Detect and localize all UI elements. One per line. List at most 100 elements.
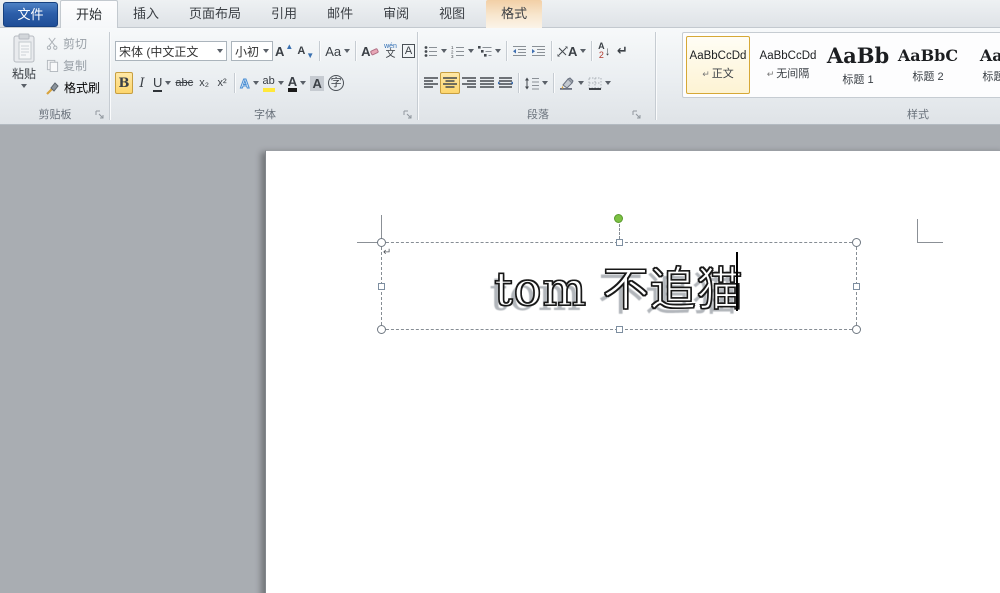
- style-preview: AaB: [980, 46, 1000, 65]
- paste-dropdown-arrow: [21, 84, 27, 88]
- tab-home[interactable]: 开始: [60, 0, 118, 28]
- sort-arrow-glyph: ↓: [605, 44, 611, 58]
- clear-formatting-button[interactable]: A: [359, 40, 381, 62]
- scissors-icon: [46, 37, 59, 50]
- style-item-heading1[interactable]: AaBb 标题 1: [826, 36, 890, 94]
- paragraph-dialog-launcher-icon[interactable]: [632, 110, 642, 120]
- font-color-button[interactable]: A: [286, 72, 308, 94]
- character-border-button[interactable]: A: [399, 40, 417, 62]
- document-page[interactable]: [265, 150, 1000, 593]
- style-item-heading2[interactable]: AaBbC 标题 2: [896, 36, 960, 94]
- tab-page-layout[interactable]: 页面布局: [174, 0, 256, 28]
- font-dialog-launcher-icon[interactable]: [403, 110, 413, 120]
- style-item-heading3[interactable]: AaB 标题 3: [966, 36, 1000, 94]
- numbering-dropdown-arrow: [468, 49, 474, 53]
- bullets-dropdown-arrow: [441, 49, 447, 53]
- tab-file[interactable]: 文件: [3, 2, 58, 27]
- increase-indent-button[interactable]: [529, 40, 548, 62]
- grow-font-button[interactable]: A▲: [273, 40, 295, 62]
- divider: [551, 41, 552, 61]
- paste-button[interactable]: 粘贴: [5, 33, 43, 107]
- margin-mark-top-right-v: [917, 219, 918, 242]
- wordart-text[interactable]: tom 不追猫: [382, 243, 856, 329]
- paragraph-mark-icon: ↵: [702, 69, 710, 79]
- align-left-icon: [424, 77, 438, 89]
- margin-mark-top-right-h: [917, 242, 943, 243]
- format-painter-button[interactable]: 格式刷: [46, 78, 100, 97]
- character-shading-button[interactable]: A: [308, 72, 326, 94]
- borders-dropdown-arrow: [605, 81, 611, 85]
- cut-label: 剪切: [63, 35, 87, 52]
- clipboard-group-label: 剪贴板: [0, 106, 110, 122]
- up-arrow-icon: ▲: [285, 42, 293, 51]
- line-spacing-button[interactable]: [522, 72, 550, 94]
- ribbon: 粘贴 剪切 复制: [0, 28, 1000, 125]
- increase-indent-icon: [531, 45, 546, 58]
- cut-button[interactable]: 剪切: [46, 34, 87, 53]
- style-item-no-spacing[interactable]: AaBbCcDd ↵无间隔: [756, 36, 820, 94]
- bullets-icon: [424, 45, 438, 58]
- phonetic-guide-button[interactable]: wén 文: [381, 40, 399, 62]
- style-item-normal[interactable]: AaBbCcDd ↵正文: [686, 36, 750, 94]
- copy-button[interactable]: 复制: [46, 56, 87, 75]
- font-size-combobox[interactable]: 小初: [231, 41, 273, 61]
- strikethrough-button[interactable]: abc: [173, 72, 195, 94]
- text-effects-button[interactable]: A: [238, 72, 260, 94]
- change-case-glyph: Aa: [325, 44, 341, 59]
- style-preview: AaBbC: [898, 46, 958, 65]
- document-canvas: ↵ tom 不追猫: [0, 125, 1000, 593]
- shrink-font-button[interactable]: A▼: [295, 40, 316, 62]
- tab-format-contextual[interactable]: 格式: [486, 0, 542, 28]
- enclose-characters-button[interactable]: 字: [326, 72, 346, 94]
- superscript-button[interactable]: x²: [213, 72, 231, 94]
- underline-dropdown-arrow: [165, 81, 171, 85]
- paint-bucket-icon: [559, 77, 575, 90]
- tab-references[interactable]: 引用: [256, 0, 312, 28]
- subscript-button[interactable]: x₂: [195, 72, 213, 94]
- tab-view[interactable]: 视图: [424, 0, 480, 28]
- align-center-button[interactable]: [440, 72, 460, 94]
- rotation-handle-stem: [619, 224, 620, 239]
- multilevel-list-button[interactable]: [476, 40, 503, 62]
- style-name-text: 标题 1: [842, 71, 873, 87]
- tab-insert[interactable]: 插入: [118, 0, 174, 28]
- divider: [553, 73, 554, 93]
- divider: [591, 41, 592, 61]
- align-right-button[interactable]: [460, 72, 478, 94]
- font-name-combobox[interactable]: 宋体 (中文正文: [115, 41, 227, 61]
- decrease-indent-button[interactable]: [510, 40, 529, 62]
- clipboard-dialog-launcher-icon[interactable]: [95, 110, 105, 120]
- bullets-button[interactable]: [422, 40, 449, 62]
- rotation-handle[interactable]: [614, 214, 623, 223]
- wordart-textbox[interactable]: ↵ tom 不追猫: [381, 242, 857, 330]
- justify-icon: [480, 77, 494, 89]
- italic-button[interactable]: I: [133, 72, 151, 94]
- borders-button[interactable]: [586, 72, 613, 94]
- group-separator: [655, 32, 656, 120]
- style-name-text: 标题 3: [982, 68, 1000, 84]
- divider: [518, 73, 519, 93]
- shading-button[interactable]: [557, 72, 586, 94]
- asian-layout-button[interactable]: A: [555, 40, 588, 62]
- underline-button[interactable]: U: [151, 72, 173, 94]
- text-highlight-button[interactable]: ab: [261, 72, 286, 94]
- change-case-button[interactable]: Aa: [323, 40, 352, 62]
- distribute-button[interactable]: [496, 72, 515, 94]
- strikethrough-glyph: abc: [175, 77, 193, 89]
- sort-button[interactable]: A 2 ↓: [595, 40, 613, 62]
- align-left-button[interactable]: [422, 72, 440, 94]
- tab-mailings[interactable]: 邮件: [312, 0, 368, 28]
- numbering-button[interactable]: 1 2 3: [449, 40, 476, 62]
- style-preview: AaBb: [827, 43, 889, 68]
- tab-review[interactable]: 审阅: [368, 0, 424, 28]
- bold-button[interactable]: B: [115, 72, 133, 94]
- asian-layout-dropdown-arrow: [580, 49, 586, 53]
- style-name: ↵正文: [702, 65, 734, 81]
- font-size-value: 小初: [235, 43, 259, 60]
- shrink-font-glyph: A: [297, 45, 305, 57]
- style-preview: AaBbCcDd: [690, 50, 747, 62]
- copy-icon: [46, 59, 59, 72]
- divider: [355, 41, 356, 61]
- show-marks-button[interactable]: ↵: [613, 40, 631, 62]
- justify-button[interactable]: [478, 72, 496, 94]
